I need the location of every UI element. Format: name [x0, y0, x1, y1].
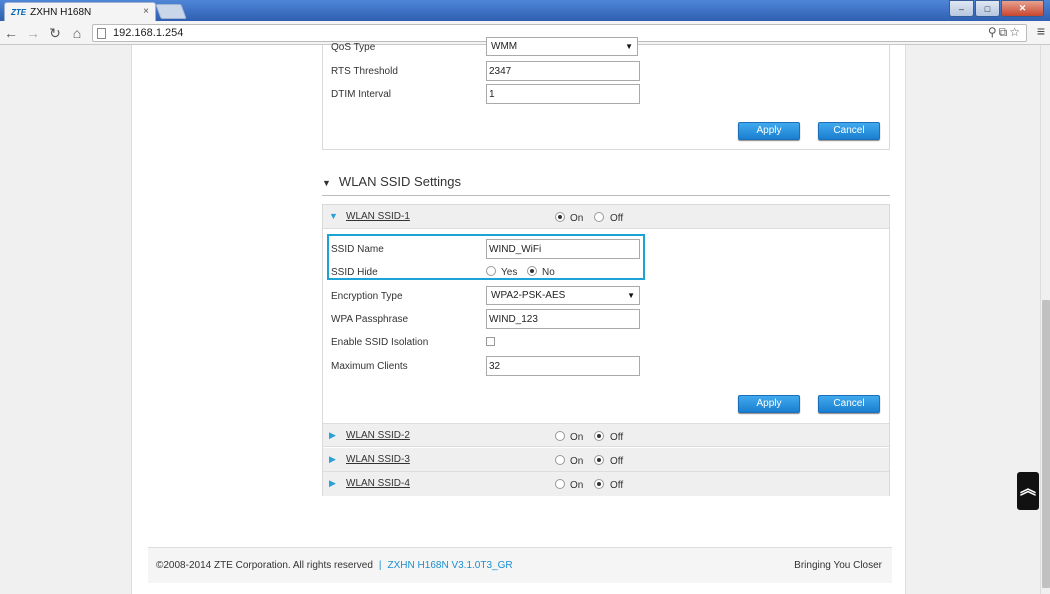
footer-slogan: Bringing You Closer	[794, 560, 882, 571]
maximum-clients-label: Maximum Clients	[331, 361, 408, 372]
maximum-clients-input[interactable]	[486, 356, 640, 376]
ssid-3-off-label: Off	[610, 456, 624, 467]
ssid-1-cancel-button[interactable]: Cancel	[818, 395, 880, 413]
collapse-triangle-icon: ▼	[322, 178, 331, 188]
tab-close-icon[interactable]: ×	[143, 6, 149, 17]
ssid-3-header[interactable]: ▶ WLAN SSID-3 On Off	[323, 448, 889, 472]
ssid-4-off-radio[interactable]	[594, 479, 604, 489]
ssid-1-link[interactable]: WLAN SSID-1	[346, 211, 410, 222]
ssid-hide-label: SSID Hide	[331, 267, 378, 278]
window-controls: ‒ □ ✕	[948, 0, 1044, 17]
ssid-4-on-radio[interactable]	[555, 479, 565, 489]
footer-copyright: ©2008-2014 ZTE Corporation. All rights r…	[156, 560, 513, 571]
ssid-hide-no-label: No	[542, 267, 555, 278]
ssid-4-off-label: Off	[610, 480, 624, 491]
expand-right-triangle-icon: ▶	[329, 430, 336, 440]
ssid-2-on-radio[interactable]	[555, 431, 565, 441]
ssid-4-header[interactable]: ▶ WLAN SSID-4 On Off	[323, 472, 889, 496]
ssid-list-panel: ▼ WLAN SSID-1 On Off SSID Name SSID Hide…	[322, 204, 890, 496]
ssid-4-on-label: On	[570, 480, 584, 491]
url-text[interactable]: 192.168.1.254	[113, 27, 183, 39]
wlan-ssid-settings-header[interactable]: ▼ WLAN SSID Settings	[322, 174, 461, 189]
ssid-isolation-checkbox[interactable]	[486, 337, 495, 346]
ssid-hide-no-radio[interactable]	[527, 266, 537, 276]
ssid-2-link[interactable]: WLAN SSID-2	[346, 430, 410, 441]
expand-right-triangle-icon: ▶	[329, 478, 336, 488]
firmware-version: ZXHN H168N V3.1.0T3_GR	[387, 560, 513, 571]
ssid-1-on-label: On	[570, 213, 584, 224]
ssid-3-link[interactable]: WLAN SSID-3	[346, 454, 410, 465]
ssid-3-on-radio[interactable]	[555, 455, 565, 465]
ssid-4-link[interactable]: WLAN SSID-4	[346, 478, 410, 489]
main-content: QoS Type WMM ▼ RTS Threshold DTIM Interv…	[131, 37, 906, 594]
forward-arrow-icon[interactable]: →	[24, 24, 42, 42]
ssid-hide-yes-label: Yes	[501, 267, 518, 278]
back-to-top-button[interactable]: ︽	[1017, 472, 1039, 510]
home-icon[interactable]: ⌂	[68, 24, 86, 42]
ssid-isolation-label: Enable SSID Isolation	[331, 337, 429, 348]
zte-favicon-icon: ZTE	[11, 7, 27, 17]
new-tab-button[interactable]	[155, 4, 187, 19]
browser-titlebar: ZTE ZXHN H168N × ‒ □ ✕	[0, 0, 1050, 21]
close-window-button[interactable]: ✕	[1001, 0, 1044, 17]
section-divider	[322, 195, 890, 196]
expand-right-triangle-icon: ▶	[329, 454, 336, 464]
cancel-button[interactable]: Cancel	[818, 122, 880, 140]
qos-type-value: WMM	[491, 41, 518, 52]
ssid-1-off-label: Off	[610, 213, 624, 224]
bookmark-star-icon[interactable]: ⚲⧉☆	[988, 25, 1022, 40]
encryption-type-value: WPA2-PSK-AES	[491, 290, 566, 301]
ssid-1-off-radio[interactable]	[594, 212, 604, 222]
encryption-type-label: Encryption Type	[331, 291, 403, 302]
page-footer: ©2008-2014 ZTE Corporation. All rights r…	[148, 547, 892, 583]
minimize-button[interactable]: ‒	[949, 0, 974, 17]
tab-title: ZXHN H168N	[30, 6, 92, 18]
ssid-name-label: SSID Name	[331, 244, 384, 255]
ssid-2-off-label: Off	[610, 432, 624, 443]
expand-down-triangle-icon: ▼	[329, 211, 338, 221]
rts-threshold-label: RTS Threshold	[331, 66, 398, 77]
footer-separator: |	[378, 560, 382, 571]
section-title-text: WLAN SSID Settings	[338, 174, 462, 189]
ssid-1-apply-button[interactable]: Apply	[738, 395, 800, 413]
encryption-type-select[interactable]: WPA2-PSK-AES ▼	[486, 286, 640, 305]
dropdown-arrow-icon: ▼	[627, 291, 635, 300]
ssid-name-input[interactable]	[486, 239, 640, 259]
browser-tab-active[interactable]: ZTE ZXHN H168N ×	[4, 2, 156, 21]
wlan-advanced-panel: QoS Type WMM ▼ RTS Threshold DTIM Interv…	[322, 37, 890, 150]
maximize-button[interactable]: □	[975, 0, 1000, 17]
ssid-3-off-radio[interactable]	[594, 455, 604, 465]
ssid-1-on-radio[interactable]	[555, 212, 565, 222]
apply-button[interactable]: Apply	[738, 122, 800, 140]
qos-type-label: QoS Type	[331, 42, 376, 53]
dropdown-arrow-icon: ▼	[625, 42, 633, 51]
dtim-interval-label: DTIM Interval	[331, 89, 392, 100]
dtim-interval-input[interactable]	[486, 84, 640, 104]
browser-menu-icon[interactable]: ≡	[1037, 23, 1045, 39]
wpa-passphrase-input[interactable]	[486, 309, 640, 329]
scrollbar-thumb[interactable]	[1042, 300, 1050, 588]
ssid-3-on-label: On	[570, 456, 584, 467]
rts-threshold-input[interactable]	[486, 61, 640, 81]
qos-type-select[interactable]: WMM ▼	[486, 37, 638, 56]
ssid-hide-yes-radio[interactable]	[486, 266, 496, 276]
page-scrollbar[interactable]	[1040, 45, 1050, 594]
wpa-passphrase-label: WPA Passphrase	[331, 314, 409, 325]
ssid-2-header[interactable]: ▶ WLAN SSID-2 On Off	[323, 423, 889, 447]
ssid-2-on-label: On	[570, 432, 584, 443]
back-arrow-icon[interactable]: ←	[2, 24, 20, 42]
page-icon	[97, 28, 106, 39]
copyright-text: ©2008-2014 ZTE Corporation. All rights r…	[156, 560, 373, 571]
ssid-1-header[interactable]: ▼ WLAN SSID-1 On Off	[323, 205, 889, 229]
reload-icon[interactable]: ↻	[46, 24, 64, 42]
ssid-2-off-radio[interactable]	[594, 431, 604, 441]
